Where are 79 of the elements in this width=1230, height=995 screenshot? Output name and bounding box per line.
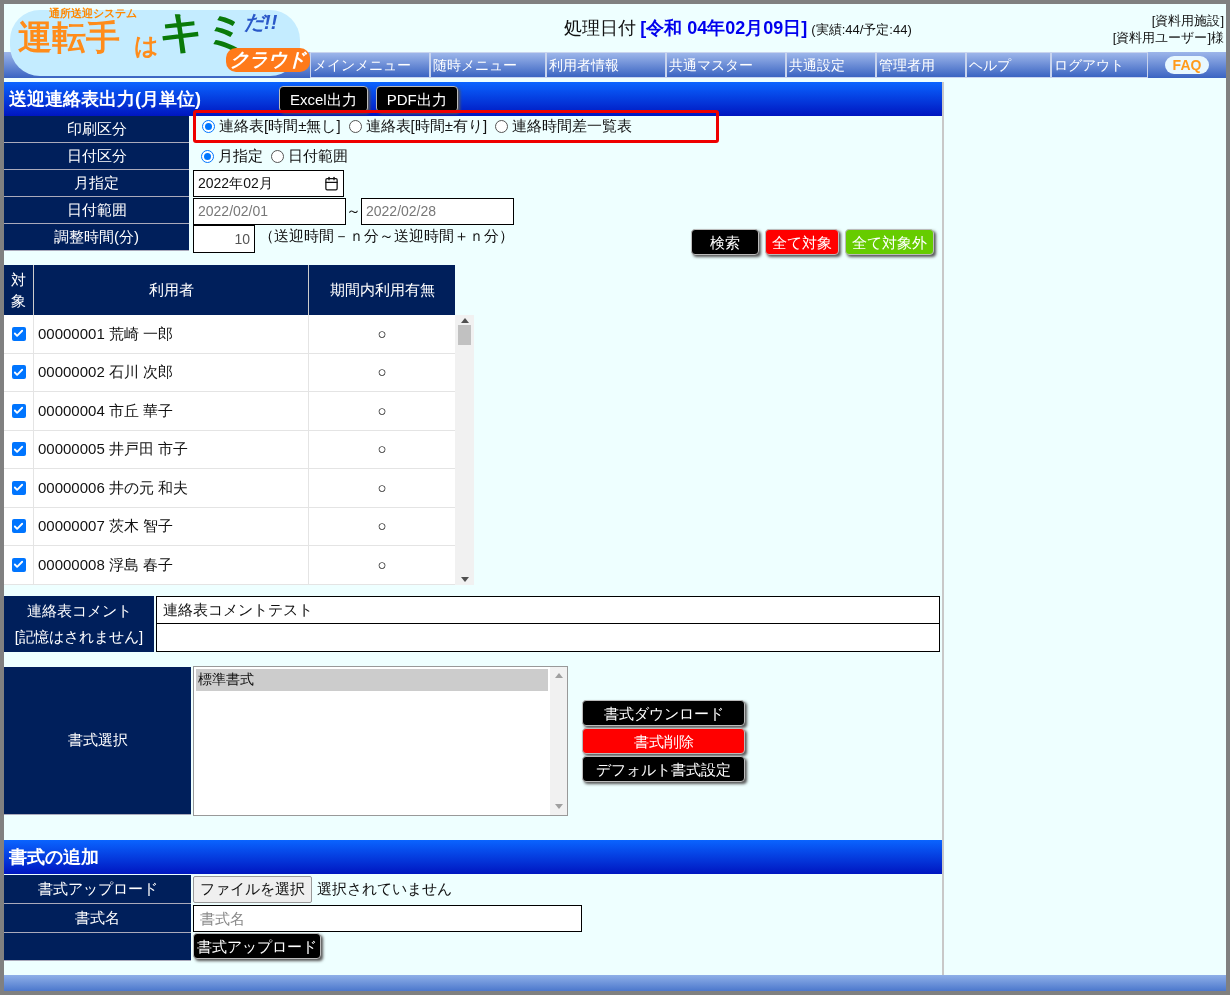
row-checkbox[interactable] [11,480,26,495]
comment-field[interactable] [156,624,940,652]
nav-menu-item[interactable]: 共通マスター [666,52,786,78]
scrollbar[interactable] [455,315,474,585]
format-name-field[interactable]: 書式名 [193,905,582,932]
user-cell: 00000008 浮島 春子 [34,546,309,584]
usage-cell-text: ○ [376,516,388,536]
row-checkbox[interactable] [11,557,26,572]
action-button[interactable]: 全て対象 [765,229,839,255]
field-label: 日付範囲 [4,197,189,224]
field-label: 調整時間(分) [4,224,189,251]
radio-button[interactable] [271,150,284,163]
usage-cell-text: ○ [376,554,388,575]
field-label: 書式名 [4,904,191,933]
nav-menu-item[interactable]: 利用者情報 [546,52,666,78]
user-cell: 00000002 石川 次郎 [34,353,309,391]
format-button[interactable]: 書式削除 [582,728,745,754]
section-title: 書式の追加 [9,845,99,869]
field-label: 書式アップロード [4,875,191,904]
radio-label: 日付範囲 [288,146,348,167]
radio-button[interactable] [495,120,509,133]
row-checkbox[interactable] [11,365,26,380]
adjust-time-field[interactable]: 10 [193,225,255,253]
date-label: 処理日付 [564,16,637,40]
export-button[interactable]: PDF出力 [375,86,458,112]
nav-menu-item[interactable]: ヘルプ [966,52,1051,78]
field-label: 書式選択 [4,667,191,815]
usage-cell-text: ○ [376,477,388,498]
format-button[interactable]: デフォルト書式設定 [582,756,745,782]
column-header: 期間内利用有無 [328,279,436,300]
comment-field[interactable]: 連絡表コメントテスト [156,596,940,624]
file-status: 選択されていません [317,879,452,900]
radio-button[interactable] [202,120,215,133]
calendar-icon[interactable] [324,176,339,191]
file-choose-button[interactable]: ファイルを選択 [193,876,312,903]
radio-button[interactable] [201,150,214,163]
nav-menu-item[interactable]: ログアウト [1051,52,1148,78]
user-cell: 00000001 荒崎 一郎 [34,315,309,353]
format-button[interactable]: 書式ダウンロード [582,700,745,726]
user-cell: 00000007 茨木 智子 [34,507,309,545]
usage-cell-text: ○ [376,439,388,459]
radio-label: 連絡表[時間±有り] [365,116,488,137]
nav-menu-item[interactable]: 管理者用 [876,52,966,78]
record-counts: (実績:44/予定:44) [811,20,912,39]
user-name: [資料用ユーザー]様 [1112,29,1224,46]
radio-label: 月指定 [218,146,263,167]
adjust-note: （送迎時間－ｎ分～送迎時間＋ｎ分） [259,226,514,246]
radio-label: 連絡時間差一覧表 [512,116,633,137]
radio-button[interactable] [348,120,362,133]
nav-menu-item[interactable]: 共通設定 [786,52,876,78]
upload-button[interactable]: 書式アップロード [193,933,321,959]
user-cell: 00000004 市丘 華子 [34,392,309,430]
action-button[interactable]: 検索 [691,229,759,255]
date-value: [令和 04年02月09日] [640,16,808,40]
user-cell: 00000005 井戸田 市子 [34,430,309,468]
date-to-field[interactable]: 2022/02/28 [361,197,514,225]
nav-menu-item[interactable]: 随時メニュー [430,52,546,78]
radio-label: 連絡表[時間±無し] [219,116,341,137]
format-listbox[interactable]: 標準書式 [193,666,568,816]
field-label: 日付区分 [4,143,189,170]
nav-menu-item[interactable]: メインメニュー [310,52,430,78]
usage-cell-text: ○ [376,323,388,344]
export-button[interactable]: Excel出力 [279,86,368,112]
field-label: 月指定 [4,170,189,197]
range-separator: ～ [346,200,361,221]
row-checkbox[interactable] [11,326,26,341]
date-from-field[interactable]: 2022/02/01 [193,197,346,225]
month-field[interactable]: 2022年02月 [193,170,344,197]
comment-label: 連絡表コメント [記憶はされません] [4,596,154,652]
facility-name: [資料用施設] [1151,12,1224,29]
usage-cell-text: ○ [376,362,388,382]
field-label: 印刷区分 [4,116,189,143]
section-title: 送迎連絡表出力(月単位) [9,87,202,111]
user-cell: 00000006 井の元 和夫 [34,469,309,507]
format-option[interactable]: 標準書式 [196,669,548,691]
row-checkbox[interactable] [11,519,26,534]
usage-cell-text: ○ [376,400,388,421]
row-checkbox[interactable] [11,442,26,457]
row-checkbox[interactable] [11,403,26,418]
